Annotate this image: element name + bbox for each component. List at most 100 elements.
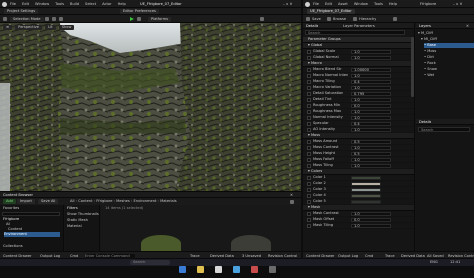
section-header[interactable]: ▾ Moss (303, 133, 414, 139)
parameter-value-field[interactable]: 1.0 (351, 73, 391, 78)
add-actor-icon[interactable] (45, 17, 49, 21)
parameter-value-field[interactable]: 0.5 (351, 139, 391, 144)
settings-icon[interactable] (290, 199, 294, 204)
play-options-icon[interactable] (137, 17, 141, 21)
cmd-dropdown[interactable]: Cmd (365, 254, 373, 259)
asset-thumbnail[interactable] (231, 235, 271, 252)
selection-mode-dropdown[interactable]: Selection Mode (10, 16, 44, 22)
show-toggle[interactable]: Show (58, 25, 75, 30)
parameter-value-field[interactable]: 0.795 (351, 91, 391, 96)
parameter-value-field[interactable]: 0.0 (351, 217, 391, 222)
saved-status[interactable]: All Saved (427, 254, 444, 259)
output-log-button[interactable]: Output Log (40, 254, 60, 259)
override-checkbox[interactable] (307, 116, 311, 120)
parameter-value-field[interactable]: 1.0 (351, 145, 391, 150)
save-all-button[interactable]: Save All (38, 199, 59, 204)
perspective-toggle[interactable]: Perspective (15, 25, 42, 30)
layer-item[interactable]: • Rock (424, 61, 436, 66)
breadcrumb-item[interactable]: Materials (160, 199, 176, 203)
tab-editor-preferences[interactable]: Editor Preferences (120, 9, 159, 14)
menu-item-actor[interactable]: Actor (102, 2, 111, 7)
color-swatch[interactable] (351, 187, 381, 192)
menu-item-file[interactable]: File (313, 2, 319, 7)
parameter-value-field[interactable]: 1.0 (351, 85, 391, 90)
language-indicator[interactable]: ENG (430, 260, 438, 265)
menu-item-tools[interactable]: Tools (374, 2, 383, 7)
override-checkbox[interactable] (307, 152, 311, 156)
clock[interactable]: 12:41 (450, 260, 460, 265)
search-input[interactable] (2, 212, 60, 216)
menu-item-select[interactable]: Select (85, 2, 96, 7)
section-header[interactable]: ▾ Global (303, 43, 414, 49)
start-icon[interactable] (179, 266, 186, 273)
menu-item-help[interactable]: Help (389, 2, 397, 7)
color-swatch[interactable] (351, 175, 381, 180)
section-header[interactable]: ▾ Colors (303, 169, 414, 175)
filter-item[interactable]: Show Thumbnails (67, 212, 99, 217)
menu-item-tools[interactable]: Tools (55, 2, 64, 7)
override-checkbox[interactable] (307, 224, 311, 228)
trace-button[interactable]: Trace (385, 254, 395, 259)
save-button[interactable]: Save (312, 17, 321, 22)
color-swatch[interactable] (351, 181, 381, 186)
cinematics-icon[interactable] (59, 17, 63, 21)
override-checkbox[interactable] (307, 194, 311, 198)
menu-item-asset[interactable]: Asset (338, 2, 348, 7)
override-checkbox[interactable] (307, 176, 311, 180)
layer-item[interactable]: ▾ M_Cliff (418, 31, 433, 36)
browse-button[interactable]: Browse (333, 17, 346, 22)
blueprint-icon[interactable] (52, 17, 56, 21)
parameter-value-field[interactable]: 1.0 (351, 211, 391, 216)
breadcrumb-item[interactable]: Environment (133, 199, 156, 203)
lit-toggle[interactable]: Lit (45, 25, 56, 30)
revision-control-button[interactable]: Revision Control (448, 254, 474, 259)
close-icon[interactable]: ✕ (466, 24, 469, 29)
layer-item[interactable]: • Base (424, 43, 474, 48)
parameter-value-field[interactable]: 1.00000 (351, 67, 391, 72)
content-drawer-button[interactable]: Content Drawer (3, 254, 32, 259)
derived-data-button[interactable]: Derived Data (401, 254, 425, 259)
add-button[interactable]: Add (3, 199, 16, 204)
menu-item-help[interactable]: Help (118, 2, 126, 7)
override-checkbox[interactable] (307, 122, 311, 126)
parameter-value-field[interactable]: 0.4 (351, 121, 391, 126)
override-checkbox[interactable] (307, 188, 311, 192)
level-viewport[interactable]: ≡ Perspective Lit Show (0, 23, 301, 191)
menu-item-edit[interactable]: Edit (22, 2, 29, 7)
hierarchy-button[interactable]: Hierarchy (359, 17, 376, 22)
unreal-taskbar-icon[interactable] (215, 266, 223, 273)
save-icon[interactable] (306, 17, 310, 21)
parameter-value-field[interactable]: 1.0 (351, 157, 391, 162)
layer-parameters-tab[interactable]: Layer Parameters (343, 24, 375, 29)
window-controls[interactable]: – ▫ ✕ (453, 2, 463, 7)
override-checkbox[interactable] (307, 110, 311, 114)
layers-tab[interactable]: Layers (419, 24, 431, 29)
unsaved-button[interactable]: 3 Unsaved (242, 254, 261, 259)
derived-data-button[interactable]: Derived Data (210, 254, 234, 259)
override-checkbox[interactable] (307, 158, 311, 162)
console-input[interactable]: Enter Console Command (85, 253, 135, 259)
content-drawer-button[interactable]: Content Drawer (306, 254, 335, 259)
window-controls[interactable]: – ▫ ✕ (283, 2, 293, 7)
platforms-dropdown[interactable]: Platforms (148, 16, 172, 22)
save-icon[interactable] (3, 17, 7, 21)
viewport-menu-icon[interactable]: ≡ (3, 25, 13, 30)
app-icon[interactable] (269, 266, 277, 273)
override-checkbox[interactable] (307, 128, 311, 132)
tab-project-settings[interactable]: Project Settings (4, 9, 39, 14)
parameter-value-field[interactable]: 1.0 (351, 163, 391, 168)
parameter-value-field[interactable]: 0.4 (351, 79, 391, 84)
favorites-header[interactable]: Favorites (3, 206, 19, 211)
section-header[interactable]: Parameter Groups (303, 37, 414, 43)
layer-item[interactable]: • Dirt (424, 55, 434, 60)
play-icon[interactable] (130, 17, 134, 21)
override-checkbox[interactable] (307, 92, 311, 96)
override-checkbox[interactable] (307, 146, 311, 150)
details-scrollbar[interactable] (411, 37, 414, 97)
asset-thumbnail[interactable] (141, 235, 181, 252)
collections-header[interactable]: Collections (3, 244, 23, 249)
color-swatch[interactable] (351, 199, 381, 204)
override-checkbox[interactable] (307, 56, 311, 60)
layer-item[interactable]: ▾ MI_Cliff (421, 37, 437, 42)
menu-item-build[interactable]: Build (70, 2, 79, 7)
